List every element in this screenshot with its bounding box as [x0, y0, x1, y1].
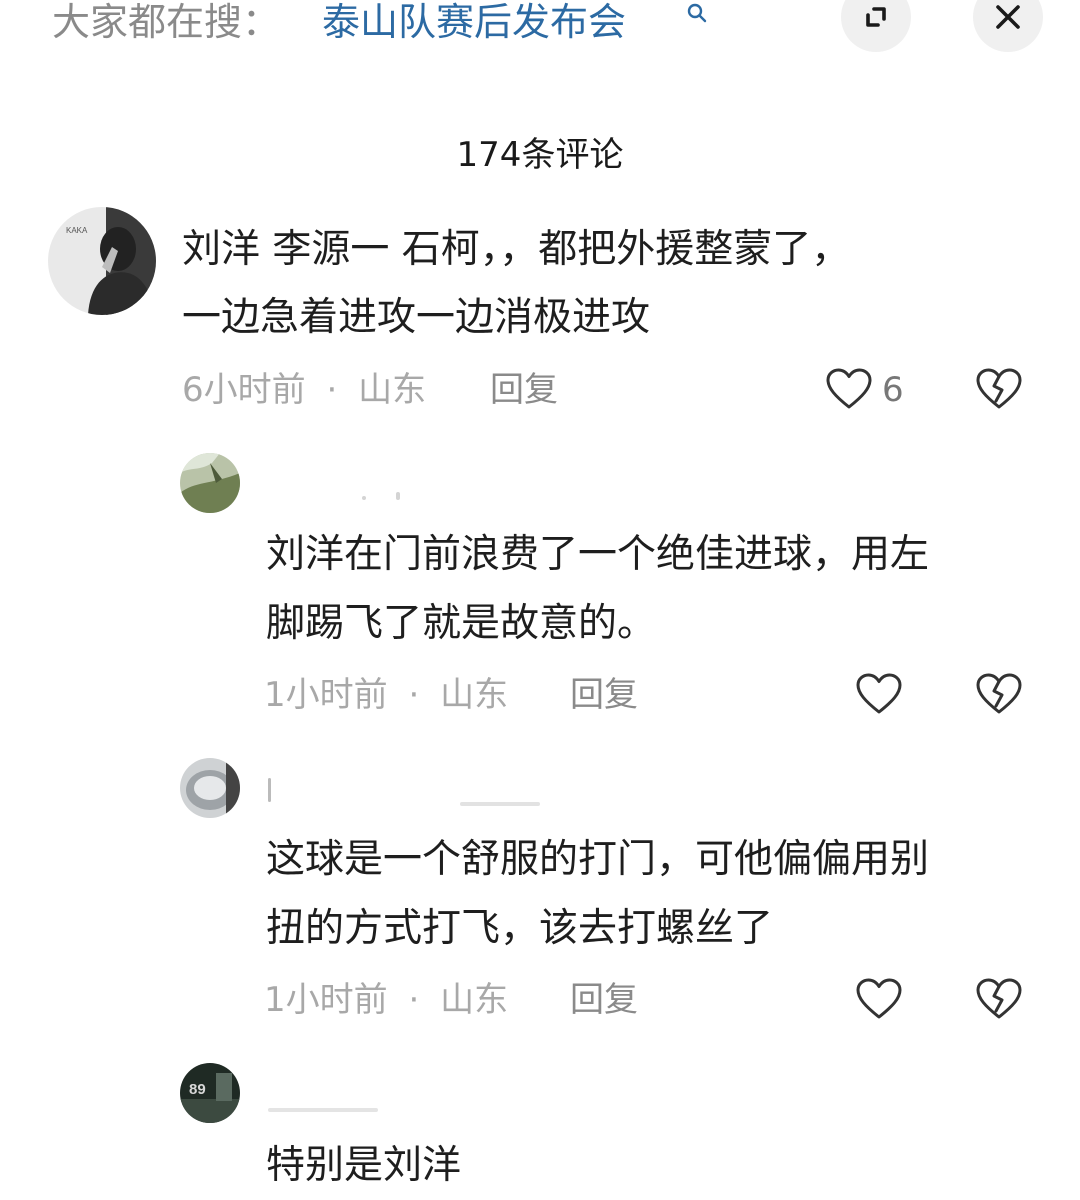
search-suggestion-prefix: 大家都在搜：: [52, 0, 281, 44]
comment-location: 山东: [358, 370, 427, 410]
comment-count-title: 174条评论: [456, 135, 624, 175]
avatar[interactable]: [180, 758, 240, 818]
comment-meta: 6小时前 · 山东: [182, 370, 426, 410]
username-placeholder: [362, 496, 366, 500]
dislike-button[interactable]: [974, 364, 1024, 414]
broken-heart-icon: [976, 673, 1022, 714]
reply-button[interactable]: 回复: [570, 675, 638, 715]
search-suggestion-bar: 大家都在搜： 泰山队赛后发布会: [0, 0, 1080, 60]
avatar[interactable]: 89: [180, 1063, 240, 1123]
expand-button[interactable]: [841, 0, 911, 52]
comment-body-line-1: 这球是一个舒服的打门，可他偏偏用别: [266, 837, 930, 882]
like-button[interactable]: [854, 669, 904, 719]
comment-time: 1小时前: [264, 675, 388, 715]
meta-separator: ·: [408, 980, 420, 1020]
broken-heart-icon: [976, 978, 1022, 1019]
expand-icon: [866, 7, 886, 27]
close-button[interactable]: [973, 0, 1043, 52]
comment-body-line-2: 扭的方式打飞，该去打螺丝了: [266, 906, 774, 951]
username-placeholder: [396, 492, 400, 500]
comment-meta: 1小时前 · 山东: [264, 675, 508, 715]
reply-button[interactable]: 回复: [570, 980, 638, 1020]
username-placeholder: [268, 1108, 378, 1112]
heart-icon: [826, 368, 872, 409]
comment-meta: 1小时前 · 山东: [264, 980, 508, 1020]
comment-body-line-2: 脚踢飞了就是故意的。: [266, 601, 657, 646]
like-count: 6: [882, 370, 904, 410]
meta-separator: ·: [326, 370, 338, 410]
avatar-badge-text: 89: [189, 1081, 206, 1098]
avatar-badge-text: KAKA: [66, 226, 88, 235]
dislike-button[interactable]: [974, 669, 1024, 719]
comment-body-line-1: 刘洋 李源一 石柯，，都把外援整蒙了，: [182, 227, 851, 272]
meta-separator: ·: [408, 675, 420, 715]
search-suggestion-link[interactable]: 泰山队赛后发布会: [322, 0, 626, 44]
heart-icon: [856, 673, 902, 714]
comment-time: 6小时前: [182, 370, 306, 410]
comment-body-line-2: 一边急着进攻一边消极进攻: [182, 295, 651, 340]
dislike-button[interactable]: [974, 974, 1024, 1024]
username-placeholder: [460, 802, 540, 806]
comment-location: 山东: [440, 980, 509, 1020]
heart-icon: [856, 978, 902, 1019]
like-button[interactable]: [824, 364, 874, 414]
close-icon: [996, 5, 1020, 29]
like-button[interactable]: [854, 974, 904, 1024]
comment-body-line-1: 特别是刘洋: [266, 1143, 462, 1188]
reply-button[interactable]: 回复: [490, 370, 558, 410]
comment-body-line-1: 刘洋在门前浪费了一个绝佳进球，用左: [266, 532, 930, 577]
broken-heart-icon: [976, 368, 1022, 409]
comment-time: 1小时前: [264, 980, 388, 1020]
avatar[interactable]: [180, 453, 240, 513]
username-placeholder: [268, 778, 271, 802]
avatar[interactable]: KAKA: [48, 207, 156, 315]
search-icon[interactable]: [686, 2, 708, 24]
comment-location: 山东: [440, 675, 509, 715]
